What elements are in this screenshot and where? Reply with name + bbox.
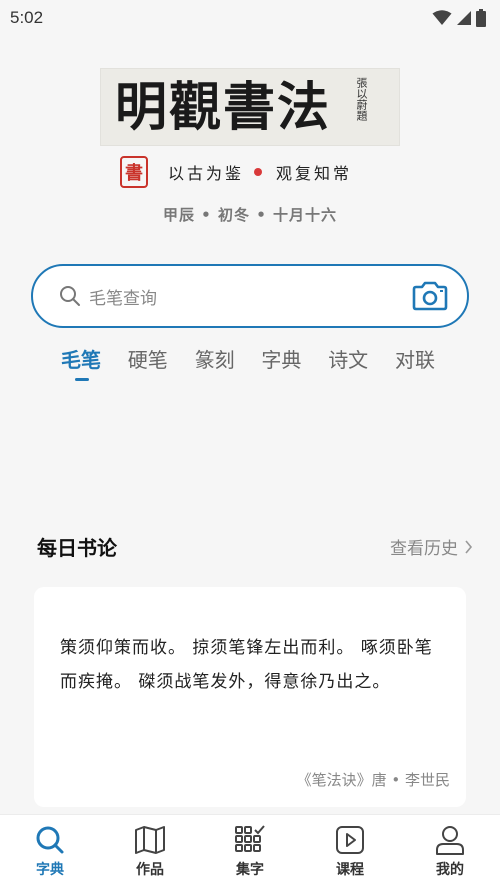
grid-check-icon (235, 825, 265, 852)
quote-text: 策须仰策而收。 掠须笔锋左出而利。 啄须卧笔而疾掩。 磔须战笔发外，得意徐乃出之… (60, 638, 433, 692)
search-input[interactable]: 毛笔查询 (89, 284, 411, 309)
tab-poetry[interactable]: 诗文 (328, 344, 395, 384)
person-icon (436, 826, 464, 855)
battery-icon (476, 9, 486, 27)
bottom-navigation: 字典 作品 集字 课程 我的 (0, 814, 500, 888)
motto: 書 以古为鉴 观复知常 (120, 156, 352, 188)
tab-label: 字典 (261, 348, 302, 372)
tab-seal-carving[interactable]: 篆刻 (195, 344, 262, 384)
motto-separator-dot (254, 168, 263, 176)
nav-label: 字典 (36, 862, 64, 878)
tab-label: 诗文 (328, 348, 369, 372)
tab-dictionary[interactable]: 字典 (261, 344, 328, 384)
status-icons (432, 9, 486, 27)
active-tab-indicator (75, 378, 89, 381)
tab-label: 硬笔 (127, 348, 168, 372)
lunar-date: 甲辰 • 初冬 • 十月十六 (162, 206, 338, 224)
nav-mine[interactable]: 我的 (400, 815, 500, 888)
nav-label: 作品 (136, 862, 164, 878)
status-time: 5:02 (10, 8, 44, 27)
tab-label: 毛笔 (61, 348, 101, 372)
section-title: 每日书论 (37, 536, 117, 560)
tab-hard-pen[interactable]: 硬笔 (128, 344, 195, 384)
view-history-label: 查看历史 (390, 539, 458, 559)
tab-label: 篆刻 (194, 348, 235, 372)
quote-source: 《笔法诀》唐 • 李世民 (296, 771, 450, 789)
signal-icon (457, 11, 471, 25)
motto-right: 观复知常 (276, 164, 353, 183)
map-book-icon (135, 826, 165, 854)
logo-calligraphy: 明觀書法 (115, 77, 332, 138)
chevron-right-icon (465, 539, 473, 554)
wifi-icon (432, 10, 452, 25)
nav-collect-characters[interactable]: 集字 (200, 815, 300, 888)
nav-works[interactable]: 作品 (100, 815, 200, 888)
daily-quote-card[interactable]: 策须仰策而收。 掠须笔锋左出而利。 啄须卧笔而疾掩。 磔须战笔发外，得意徐乃出之… (34, 587, 466, 807)
search-bar[interactable]: 毛笔查询 (31, 264, 469, 328)
tab-label: 对联 (394, 348, 435, 372)
nav-label: 课程 (336, 862, 364, 878)
calligraphy-logo: 明觀書法 張以蔚題 (100, 68, 400, 146)
logo-signature: 張以蔚題 (355, 77, 368, 121)
nav-dictionary[interactable]: 字典 (0, 815, 100, 888)
camera-icon[interactable] (411, 281, 449, 311)
tab-couplet[interactable]: 对联 (395, 344, 462, 384)
category-tabs: 毛笔 硬笔 篆刻 字典 诗文 对联 (61, 344, 462, 384)
view-history-link[interactable]: 查看历史 (390, 534, 473, 559)
search-icon (36, 826, 64, 854)
nav-courses[interactable]: 课程 (300, 815, 400, 888)
nav-label: 我的 (436, 862, 464, 878)
daily-quote-header: 每日书论 查看历史 (37, 532, 473, 561)
seal-icon: 書 (120, 156, 148, 188)
tab-brush[interactable]: 毛笔 (61, 344, 128, 384)
status-bar: 5:02 (0, 0, 500, 36)
play-icon (336, 826, 364, 854)
nav-label: 集字 (236, 862, 264, 878)
motto-left: 以古为鉴 (168, 164, 245, 183)
search-icon (60, 286, 80, 306)
